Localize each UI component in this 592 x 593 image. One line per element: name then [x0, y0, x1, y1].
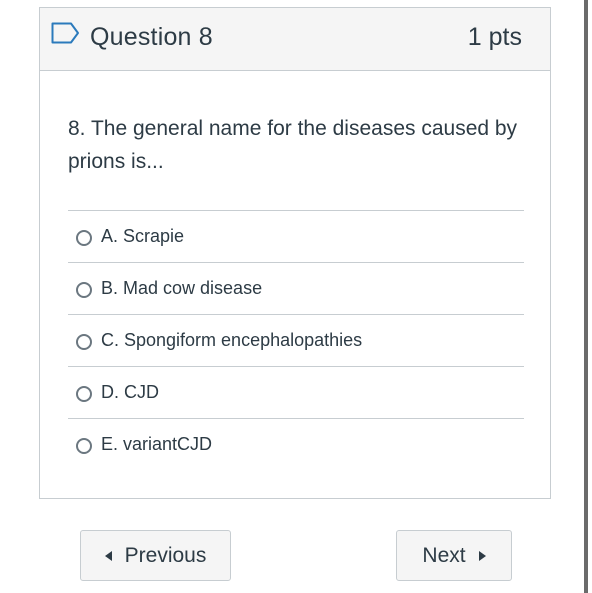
- answer-option-c[interactable]: C. Spongiform encephalopathies: [68, 314, 524, 366]
- answer-label: C. Spongiform encephalopathies: [101, 330, 363, 350]
- next-button[interactable]: Next: [396, 530, 512, 581]
- radio-button-icon[interactable]: [76, 385, 92, 402]
- answer-label: D. CJD: [101, 382, 159, 402]
- answer-list: A. Scrapie B. Mad cow disease C. Spongif…: [68, 210, 524, 470]
- question-points: 1 pts: [467, 23, 522, 51]
- answer-label: A. Scrapie: [101, 226, 185, 246]
- radio-button-icon[interactable]: [76, 333, 92, 350]
- question-text: 8. The general name for the diseases cau…: [68, 117, 518, 173]
- answer-option-d[interactable]: D. CJD: [68, 366, 524, 418]
- quiz-page: Question 8 1 pts 8. The general name for…: [0, 0, 592, 593]
- answer-label: E. variantCJD: [101, 434, 213, 454]
- next-label: Next: [422, 543, 466, 567]
- question-body: 8. The general name for the diseases cau…: [68, 112, 528, 178]
- previous-button[interactable]: Previous: [80, 530, 231, 581]
- question-card: Question 8 1 pts 8. The general name for…: [39, 7, 551, 499]
- triangle-left-icon: [104, 550, 112, 561]
- radio-button-icon[interactable]: [76, 229, 92, 246]
- window-edge-divider: [584, 0, 588, 593]
- radio-button-icon[interactable]: [76, 281, 92, 298]
- flag-question-icon[interactable]: [51, 22, 81, 44]
- question-header: Question 8 1 pts: [40, 8, 550, 71]
- previous-label: Previous: [124, 543, 207, 567]
- answer-option-b[interactable]: B. Mad cow disease: [68, 262, 524, 314]
- answer-label: B. Mad cow disease: [101, 278, 263, 298]
- question-title: Question 8: [90, 23, 213, 51]
- radio-button-icon[interactable]: [76, 437, 92, 454]
- answer-option-e[interactable]: E. variantCJD: [68, 418, 524, 470]
- triangle-right-icon: [478, 550, 486, 561]
- answer-option-a[interactable]: A. Scrapie: [68, 210, 524, 262]
